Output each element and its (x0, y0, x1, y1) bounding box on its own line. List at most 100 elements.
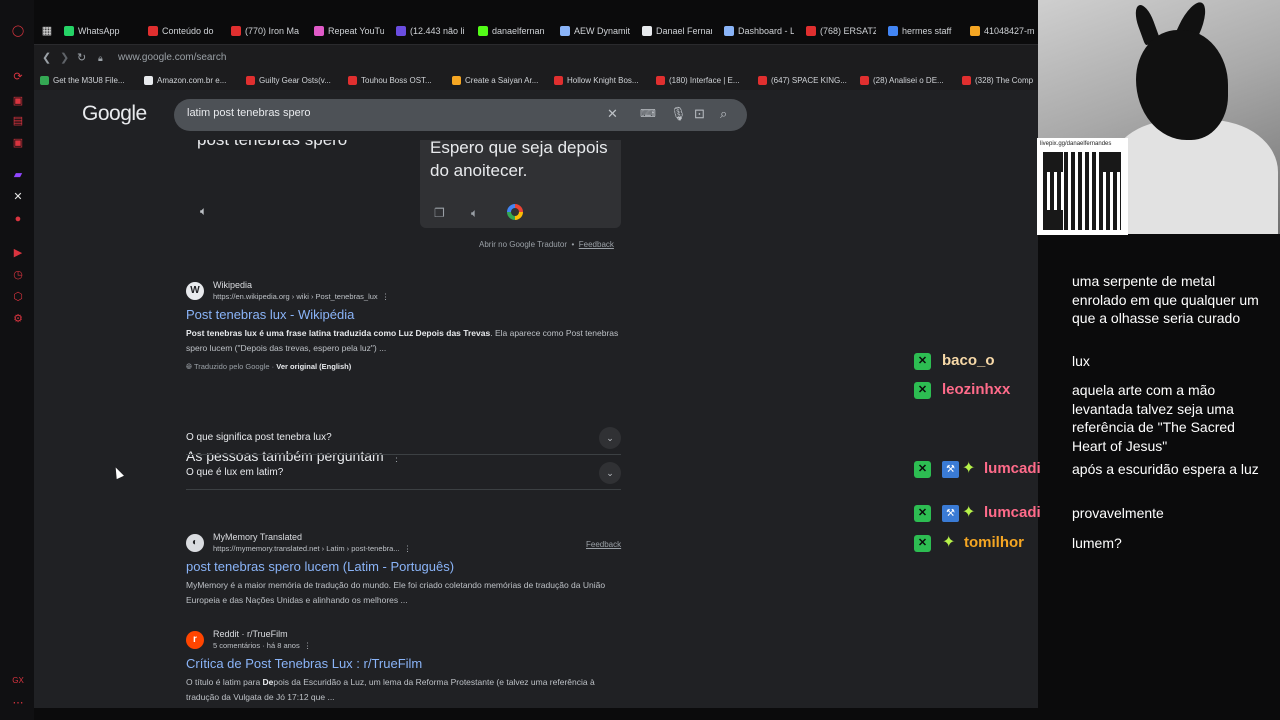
tab-favicon (806, 26, 816, 36)
tab-3[interactable]: Repeat YouTu (314, 22, 384, 40)
sidebar-player-icon[interactable]: ▣ (11, 136, 25, 150)
paa-question-text: O que significa post tenebra lux? (186, 432, 332, 443)
search-box[interactable]: ✕ ⌨ 🎙︎ ⊡ ⌕ (174, 99, 747, 131)
tab-0[interactable]: WhatsApp (64, 22, 144, 40)
translator-footer: Abrir no Google Tradutor • Feedback (479, 240, 614, 249)
tab-6[interactable]: AEW Dynamit (560, 22, 630, 40)
google-logo[interactable]: Google (82, 102, 147, 126)
tab-label: hermes staff (902, 26, 952, 36)
speaker-icon[interactable]: 🔈︎ (200, 204, 207, 219)
back-icon[interactable]: ❮ (42, 51, 51, 64)
tab-favicon (888, 26, 898, 36)
clear-icon[interactable]: ✕ (607, 107, 618, 121)
sidebar-refresh-icon[interactable]: ⟳ (11, 70, 25, 84)
bookmark-3[interactable]: Touhou Boss OST... (348, 74, 432, 86)
bookmark-8[interactable]: (28) Analisei o DE... (860, 74, 944, 86)
tab-4[interactable]: (12.443 não li (396, 22, 466, 40)
wikipedia-icon: W (186, 282, 204, 300)
mymemory-icon: ◐ (186, 534, 204, 552)
bookmark-1[interactable]: Amazon.com.br e... (144, 74, 226, 86)
tab-5[interactable]: danaelfernan (478, 22, 548, 40)
view-original-link[interactable]: Ver original (English) (276, 362, 351, 371)
footer-separator: • (571, 240, 575, 249)
bookmark-0[interactable]: Get the M3U8 File... (40, 74, 125, 86)
more-options-icon[interactable]: ⋮ (404, 544, 412, 553)
keyboard-icon[interactable]: ⌨ (640, 107, 656, 121)
bookmark-9[interactable]: (328) The Comp (962, 74, 1033, 86)
chevron-down-icon[interactable]: ⌄ (599, 427, 621, 449)
browser-sidebar: ◯ ⟳ ▣ ▤ ▣ ▰ ✕ ● ▶ ◷ ⬡ ⚙ GX ⋯ (0, 0, 34, 720)
translator-feedback-link[interactable]: Feedback (579, 240, 614, 249)
sidebar-news-icon[interactable]: ▤ (11, 114, 25, 128)
chevron-down-icon[interactable]: ⌄ (599, 462, 621, 484)
sidebar-history-icon[interactable]: ◷ (11, 268, 25, 282)
result-snippet: Post tenebras lux é uma frase latina tra… (186, 326, 626, 356)
speaker-icon[interactable]: 🔈︎ (471, 206, 478, 221)
tab-favicon (724, 26, 734, 36)
microphone-icon[interactable]: 🎙︎ (670, 107, 687, 121)
copy-icon[interactable]: ❐ (434, 206, 445, 220)
bookmark-label: Hollow Knight Bos... (567, 75, 639, 85)
tab-2[interactable]: (770) Iron Ma (231, 22, 301, 40)
sidebar-play-icon[interactable]: ▶ (11, 246, 25, 260)
tab-8[interactable]: Dashboard - L (724, 22, 794, 40)
bookmark-2[interactable]: Guilty Gear Osts(v... (246, 74, 331, 86)
opera-logo-icon[interactable]: ◯ (11, 24, 25, 38)
tab-label: Conteúdo do (162, 26, 214, 36)
forward-icon[interactable]: ❯ (60, 51, 69, 64)
bookmark-label: (328) The Comp (975, 75, 1034, 85)
bookmark-favicon (246, 75, 255, 85)
sidebar-more-icon[interactable]: ⋯ (11, 696, 25, 710)
gx-icon[interactable]: GX (11, 674, 25, 688)
bookmark-4[interactable]: Create a Saiyan Ar... (452, 74, 538, 86)
sidebar-extensions-icon[interactable]: ⬡ (11, 290, 25, 304)
translator-output-card: Espero que seja depois do anoitecer. ❐ 🔈… (420, 138, 621, 228)
twitch-icon[interactable]: ▰ (11, 168, 25, 182)
bookmark-favicon (40, 75, 49, 85)
tab-1[interactable]: Conteúdo do (148, 22, 218, 40)
bookmark-label: Touhou Boss OST... (361, 75, 432, 85)
tab-favicon (642, 26, 652, 36)
bookmark-label: (647) SPACE KING... (771, 75, 847, 85)
tab-label: Repeat YouTu (328, 26, 384, 36)
bookmark-favicon (758, 75, 767, 85)
search-input[interactable] (187, 107, 587, 119)
sidebar-settings-icon[interactable]: ⚙ (11, 312, 25, 326)
bookmark-favicon (962, 75, 971, 85)
open-translator-link[interactable]: Abrir no Google Tradutor (479, 240, 567, 249)
url-text[interactable]: www.google.com/search (118, 52, 226, 63)
bookmark-6[interactable]: (180) Interface | E... (656, 74, 740, 86)
google-g-icon[interactable] (507, 204, 523, 220)
qr-code-icon (1043, 152, 1121, 230)
tab-label: (770) Iron Ma (245, 26, 300, 36)
reload-icon[interactable]: ↻ (77, 51, 86, 64)
paa-feedback-link[interactable]: Feedback (586, 540, 621, 549)
result-title-link[interactable]: Post tenebras lux - Wikipédia (186, 307, 354, 322)
snippet-highlight: De (262, 677, 274, 687)
x-icon[interactable]: ✕ (11, 190, 25, 204)
tab-menu-icon[interactable]: ▦ (40, 24, 54, 38)
more-options-icon[interactable]: ⋮ (304, 641, 312, 650)
result-title-link[interactable]: post tenebras spero lucem (Latim - Portu… (186, 559, 454, 574)
bookmark-7[interactable]: (647) SPACE KING... (758, 74, 847, 86)
lens-icon[interactable]: ⊡ (694, 107, 705, 121)
sidebar-cart-icon[interactable]: ▣ (11, 94, 25, 108)
paa-question[interactable]: O que significa post tenebra lux? ⌄ (186, 420, 621, 455)
bookmark-favicon (554, 75, 563, 85)
more-options-icon[interactable]: ⋮ (382, 292, 390, 301)
youtube-icon[interactable]: ● (11, 212, 25, 226)
tab-label: WhatsApp (78, 26, 120, 36)
search-icon[interactable]: ⌕ (720, 107, 727, 121)
tab-7[interactable]: Danael Fernan (642, 22, 712, 40)
paa-question[interactable]: O que é lux em latim? ⌄ (186, 455, 621, 490)
tab-label: AEW Dynamit (574, 26, 630, 36)
tab-11[interactable]: 41048427-m (970, 22, 1036, 40)
result-url-text: https://mymemory.translated.net › Latim … (213, 544, 400, 553)
result-url: https://mymemory.translated.net › Latim … (213, 544, 411, 553)
bookmark-favicon (860, 75, 869, 85)
tab-9[interactable]: (768) ERSATZ (806, 22, 876, 40)
bookmark-5[interactable]: Hollow Knight Bos... (554, 74, 639, 86)
translated-notice: 🌐︎ Traduzido pelo Google · Ver original … (186, 362, 351, 372)
result-title-link[interactable]: Crítica de Post Tenebras Lux : r/TrueFil… (186, 656, 422, 671)
tab-10[interactable]: hermes staff (888, 22, 958, 40)
